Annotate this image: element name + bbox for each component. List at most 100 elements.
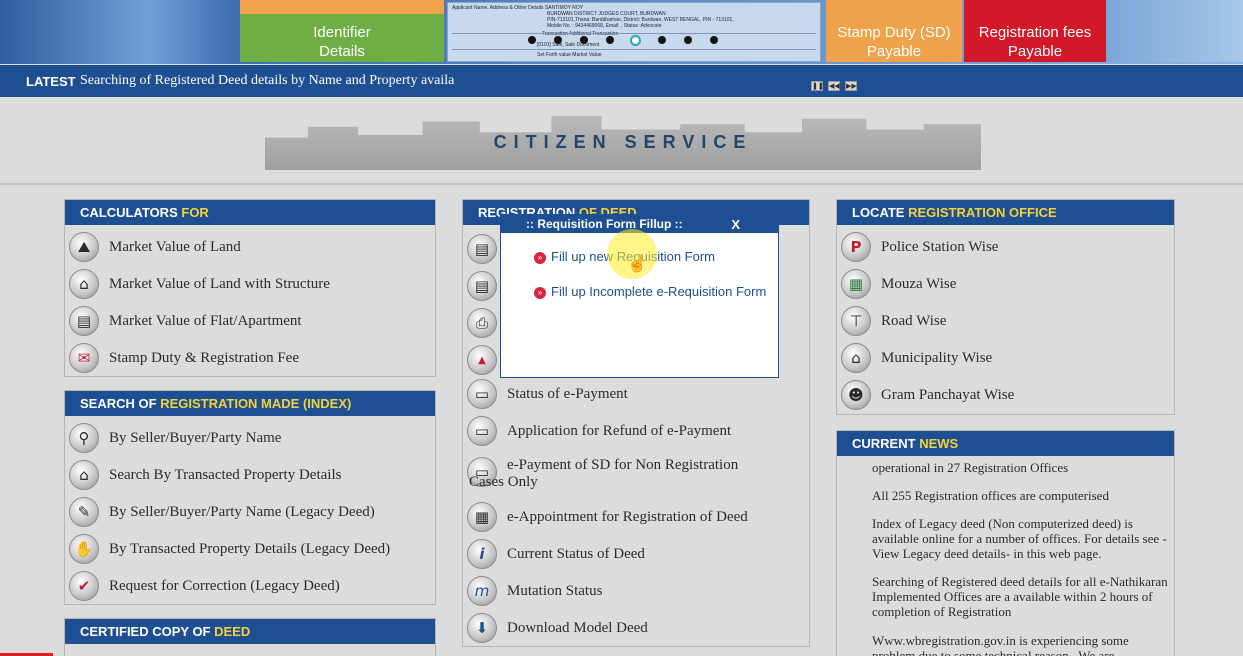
map-icon: ▦ (841, 269, 871, 299)
locate-heading: LOCATE REGISTRATION OFFICE (837, 200, 1174, 225)
item-label[interactable]: Police Station Wise (881, 239, 998, 256)
calculators-heading: CALCULATORS FOR (65, 200, 435, 225)
item-label[interactable]: Download Model Deed (507, 620, 648, 637)
item-label[interactable]: Application for Refund of e-Payment (507, 423, 731, 440)
locate-item[interactable]: P Police Station Wise (841, 230, 998, 264)
news-item: Index of Legacy deed (Non computerized d… (872, 516, 1167, 561)
item-label[interactable]: By Transacted Property Details (Legacy D… (109, 541, 390, 558)
close-button[interactable]: X (731, 217, 740, 232)
item-label[interactable]: e-Appointment for Registration of Deed (507, 509, 748, 526)
item-label[interactable]: Mutation Status (507, 583, 602, 600)
item-label[interactable]: Road Wise (881, 313, 946, 330)
citizen-service-header: CITIZEN SERVICE (265, 106, 981, 170)
item-label[interactable]: Market Value of Flat/Apartment (109, 313, 302, 330)
item-label[interactable]: By Seller/Buyer/Party Name (Legacy Deed) (109, 504, 375, 521)
calculator-item[interactable]: ✉ Stamp Duty & Registration Fee (69, 341, 299, 375)
top-banner: Identifier Details Applicant Name, Addre… (0, 0, 1243, 64)
bullet-icon: » (534, 287, 546, 299)
registration-item[interactable]: i Current Status of Deed (467, 537, 645, 571)
item-label[interactable]: Market Value of Land (109, 239, 241, 256)
locate-item[interactable]: ⌂ Municipality Wise (841, 341, 992, 375)
mutation-icon: m (467, 576, 497, 606)
search-heading: SEARCH OF REGISTRATION MADE (INDEX) (65, 391, 435, 416)
payment-status-icon: ▭ (467, 379, 497, 409)
stamp-duty-tile[interactable]: Stamp Duty (SD) Payable (826, 0, 962, 62)
news-heading: CURRENT NEWS (837, 431, 1174, 456)
fill-incomplete-requisition-link[interactable]: » Fill up Incomplete e-Requisition Form (534, 284, 766, 299)
doc-divider (452, 49, 816, 50)
registration-item[interactable]: m Mutation Status (467, 574, 602, 608)
item-label[interactable]: By Seller/Buyer/Party Name (109, 430, 281, 447)
banner-fade (1106, 0, 1243, 62)
item-label[interactable]: Market Value of Land with Structure (109, 276, 330, 293)
registration-item[interactable]: ▦ e-Appointment for Registration of Deed (467, 500, 748, 534)
requisition-item[interactable]: ▤ (467, 232, 497, 266)
news-item: All 255 Registration offices are compute… (872, 488, 1109, 503)
locate-item[interactable]: ☻ Gram Panchayat Wise (841, 378, 1014, 412)
heading-highlight: DEED (214, 624, 251, 639)
calculator-item[interactable]: ⌂ Market Value of Land with Structure (69, 267, 330, 301)
calculator-item[interactable]: ▤ Market Value of Flat/Apartment (69, 304, 302, 338)
document-icon: ▤ (467, 271, 497, 301)
item-label[interactable]: Current Status of Deed (507, 546, 645, 563)
search-item[interactable]: ✋ By Transacted Property Details (Legacy … (69, 532, 390, 566)
latest-label: LATEST (26, 74, 76, 89)
popup-title: :: Requisition Form Fillup :: (526, 217, 683, 231)
item-label[interactable]: Municipality Wise (881, 350, 992, 367)
tile-strip (240, 0, 444, 14)
correction-icon: ✔ (69, 571, 99, 601)
heading-highlight: NEWS (919, 436, 959, 451)
registration-item[interactable]: ⎙ (467, 306, 497, 340)
search-item[interactable]: ⚲ By Seller/Buyer/Party Name (69, 421, 281, 455)
pause-icon[interactable]: ❚❚ (811, 81, 824, 91)
item-label[interactable]: Status of e-Payment (507, 386, 628, 403)
locate-item[interactable]: ⊤ Road Wise (841, 304, 946, 338)
item-label[interactable]: Mouza Wise (881, 276, 956, 293)
doc-line: Mobile No. : 9434469068, Email: , Status… (547, 23, 662, 29)
search-item[interactable]: ⌂ Search By Transacted Property Details (69, 458, 341, 492)
registration-item[interactable]: ▭ Application for Refund of e-Payment (467, 414, 731, 448)
latest-ticker[interactable]: Searching of Registered Deed details by … (80, 73, 454, 89)
search-item[interactable]: ✔ Request for Correction (Legacy Deed) (69, 569, 340, 603)
item-label[interactable]: Request for Correction (Legacy Deed) (109, 578, 340, 595)
latest-bar: LATEST Searching of Registered Deed deta… (0, 65, 1243, 97)
registration-item[interactable]: ▲ (467, 343, 497, 377)
item-label[interactable]: e-Payment of SD for Non Registration Cas… (469, 457, 759, 491)
item-label[interactable]: Gram Panchayat Wise (881, 387, 1014, 404)
registration-item[interactable]: ▭ e-Payment of SD for Non Registration Ca… (467, 457, 759, 491)
locate-panel: LOCATE REGISTRATION OFFICE P Police Stati… (836, 199, 1175, 415)
news-panel: CURRENT NEWS operational in 27 Registrat… (836, 430, 1175, 656)
stamp-duty-label: Stamp Duty (SD) Payable (837, 24, 951, 60)
registration-fees-tile[interactable]: Registration fees Payable (964, 0, 1106, 62)
certified-copy-panel: CERTIFIED COPY OF DEED (64, 618, 436, 656)
prev-icon[interactable]: ◀◀ (828, 81, 840, 91)
document-preview-text: Applicant Name, Address & Other Details … (452, 5, 812, 58)
structure-calc-icon: ⌂ (69, 269, 99, 299)
registration-item[interactable]: ▤ (467, 269, 497, 303)
land-calc-icon: ⛰ (69, 232, 99, 262)
news-item: operational in 27 Registration Offices (872, 460, 1069, 475)
legacy-party-icon: ✎ (69, 497, 99, 527)
calculator-item[interactable]: ⛰ Market Value of Land (69, 230, 241, 264)
identifier-details-tile[interactable]: Identifier Details (240, 0, 444, 62)
locate-item[interactable]: ▦ Mouza Wise (841, 267, 956, 301)
doc-line: Set Forth value Market Value (537, 52, 602, 58)
search-item[interactable]: ✎ By Seller/Buyer/Party Name (Legacy Deed… (69, 495, 375, 529)
heading-highlight: REGISTRATION OFFICE (908, 205, 1057, 220)
item-label[interactable]: Search By Transacted Property Details (109, 467, 341, 484)
flat-calc-icon: ▤ (69, 306, 99, 336)
registration-item[interactable]: ▭ Status of e-Payment (467, 377, 628, 411)
stamp-duty-icon: ✉ (69, 343, 99, 373)
next-icon[interactable]: ▶▶ (845, 81, 857, 91)
requisition-form-icon: ▤ (467, 234, 497, 264)
divider (0, 183, 1243, 185)
search-panel: SEARCH OF REGISTRATION MADE (INDEX) ⚲ By … (64, 390, 436, 605)
hand-cursor-icon: ☝ (627, 256, 647, 273)
registration-item[interactable]: ⬇ Download Model Deed (467, 611, 648, 645)
appointment-icon: ▦ (467, 502, 497, 532)
building-icon: ⌂ (841, 343, 871, 373)
link-text[interactable]: Fill up Incomplete e-Requisition Form (551, 284, 766, 299)
item-label[interactable]: Stamp Duty & Registration Fee (109, 350, 299, 367)
refund-icon: ▭ (467, 416, 497, 446)
handshake-icon: ✋ (69, 534, 99, 564)
